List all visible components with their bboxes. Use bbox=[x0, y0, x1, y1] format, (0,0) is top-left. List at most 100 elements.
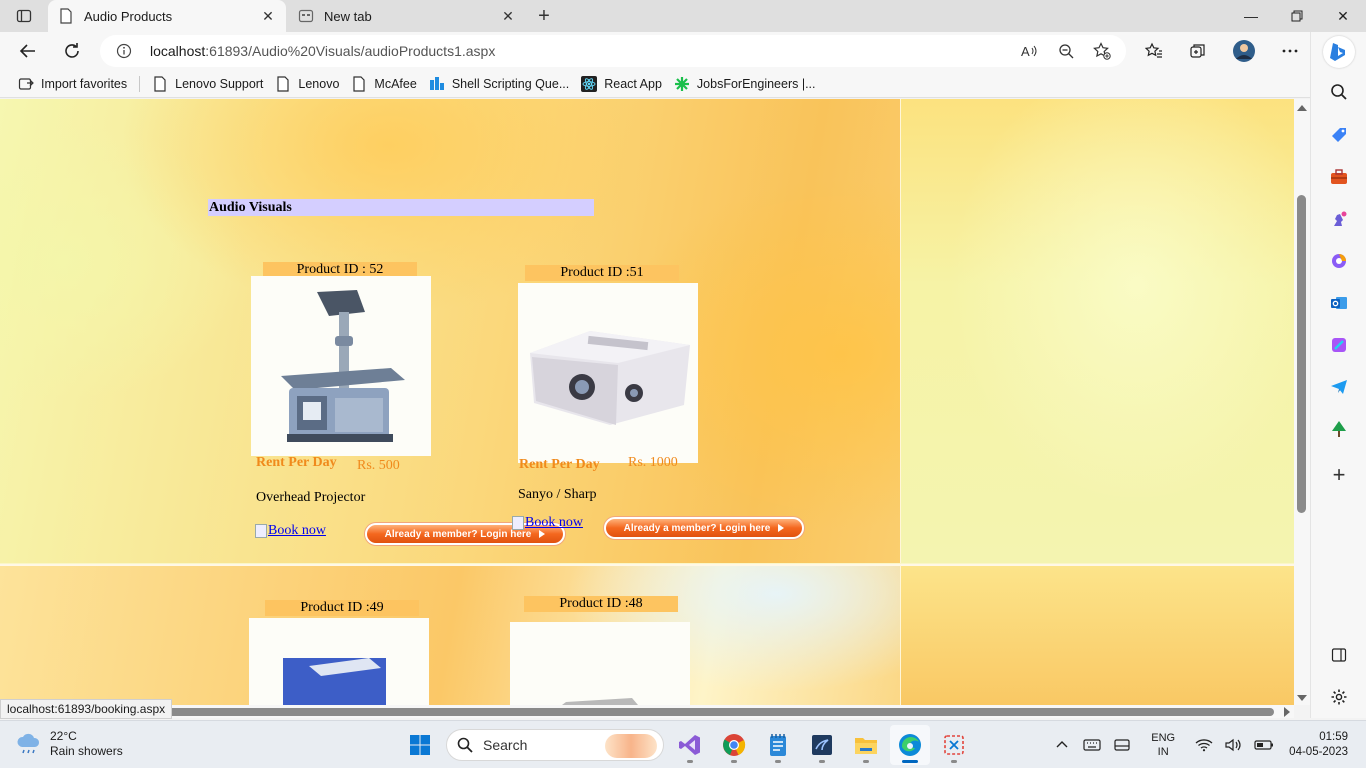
member-login-label: Already a member? Login here bbox=[623, 522, 771, 534]
horizontal-scrollbar[interactable] bbox=[0, 705, 1294, 718]
favorite-label: McAfee bbox=[374, 76, 417, 91]
page-viewport: Audio Visuals Product ID : 52 Rent Per D… bbox=[0, 99, 1294, 705]
scroll-down-arrow-icon[interactable] bbox=[1297, 695, 1307, 701]
product-id-label: Product ID :49 bbox=[265, 600, 419, 616]
outlook-icon[interactable] bbox=[1327, 291, 1351, 315]
favorite-label: Lenovo bbox=[298, 76, 340, 91]
play-arrow-icon bbox=[539, 530, 546, 538]
minimize-icon[interactable]: — bbox=[1228, 0, 1274, 32]
sidebar-panel-icon[interactable] bbox=[1327, 643, 1351, 667]
search-icon[interactable] bbox=[1327, 80, 1351, 104]
edge-sidebar: + bbox=[1310, 32, 1366, 718]
tab-strip: Audio Products ✕ New tab ✕ + — ✕ bbox=[0, 0, 1366, 32]
svg-text:A: A bbox=[1021, 44, 1030, 59]
games-chess-icon[interactable] bbox=[1327, 207, 1351, 231]
scrollbar-thumb[interactable] bbox=[4, 708, 1274, 716]
notepad-icon[interactable] bbox=[758, 725, 798, 765]
restore-icon[interactable] bbox=[1274, 0, 1320, 32]
close-tab-icon[interactable]: ✕ bbox=[500, 8, 516, 24]
profile-avatar[interactable] bbox=[1230, 37, 1258, 65]
tools-toolbox-icon[interactable] bbox=[1327, 165, 1351, 189]
jobs-icon bbox=[674, 76, 690, 92]
add-sidebar-item-icon[interactable]: + bbox=[1327, 462, 1351, 487]
page-icon bbox=[351, 75, 367, 92]
book-now-link[interactable]: Book now bbox=[512, 515, 583, 531]
volume-icon[interactable] bbox=[1219, 725, 1249, 765]
sql-server-icon[interactable] bbox=[802, 725, 842, 765]
taskbar-apps: Search bbox=[400, 725, 978, 765]
rain-cloud-icon bbox=[16, 731, 42, 757]
favorite-label: Import favorites bbox=[41, 76, 128, 91]
keyboard-icon[interactable] bbox=[1077, 725, 1107, 765]
telegram-send-icon[interactable] bbox=[1327, 375, 1351, 399]
collections-icon[interactable] bbox=[1184, 37, 1212, 65]
favorite-import[interactable]: Import favorites bbox=[12, 72, 133, 96]
refresh-icon[interactable] bbox=[58, 37, 86, 65]
vertical-scrollbar[interactable] bbox=[1294, 99, 1310, 705]
scroll-up-arrow-icon[interactable] bbox=[1297, 105, 1307, 111]
new-tab-plus-icon[interactable]: + bbox=[532, 4, 556, 28]
book-now-link[interactable]: Book now bbox=[255, 523, 326, 539]
favorite-lenovo-support[interactable]: Lenovo Support bbox=[146, 72, 269, 96]
taskbar-search-box[interactable]: Search bbox=[446, 729, 664, 761]
product-name: Overhead Projector bbox=[256, 490, 366, 505]
input-language[interactable]: ENG IN bbox=[1143, 731, 1183, 759]
favorites-icon[interactable] bbox=[1140, 37, 1168, 65]
zoom-out-icon[interactable] bbox=[1052, 37, 1080, 65]
product-id-label: Product ID :48 bbox=[524, 596, 678, 612]
file-explorer-icon[interactable] bbox=[846, 725, 886, 765]
rent-price: Rs. 500 bbox=[357, 458, 400, 473]
favorite-jobs-for-engineers[interactable]: JobsForEngineers |... bbox=[668, 72, 822, 96]
member-login-label: Already a member? Login here bbox=[384, 528, 532, 540]
favorite-mcafee[interactable]: McAfee bbox=[345, 72, 422, 96]
rent-price: Rs. 1000 bbox=[628, 455, 678, 470]
tab-actions-button[interactable] bbox=[8, 4, 40, 28]
wifi-icon[interactable] bbox=[1189, 725, 1219, 765]
favorite-shell-scripting[interactable]: Shell Scripting Que... bbox=[423, 72, 575, 96]
designer-icon[interactable] bbox=[1327, 333, 1351, 357]
add-favorite-star-icon[interactable] bbox=[1088, 37, 1116, 65]
read-aloud-icon[interactable]: A bbox=[1016, 37, 1044, 65]
sidebar-settings-gear-icon[interactable] bbox=[1327, 685, 1351, 709]
favorite-lenovo[interactable]: Lenovo bbox=[269, 72, 345, 96]
rent-per-day-label: Rent Per Day bbox=[256, 455, 337, 470]
show-hidden-icons-chevron-up-icon[interactable] bbox=[1047, 725, 1077, 765]
import-icon bbox=[18, 76, 34, 92]
close-window-icon[interactable]: ✕ bbox=[1320, 0, 1366, 32]
tab-new-tab[interactable]: New tab ✕ bbox=[288, 0, 526, 32]
favorite-label: React App bbox=[604, 76, 662, 91]
chrome-icon[interactable] bbox=[714, 725, 754, 765]
windows-start-icon[interactable] bbox=[400, 725, 440, 765]
tab-audio-products[interactable]: Audio Products ✕ bbox=[48, 0, 286, 32]
book-now-label: Book now bbox=[268, 523, 326, 538]
microsoft-365-icon[interactable] bbox=[1327, 249, 1351, 273]
battery-icon[interactable] bbox=[1249, 725, 1279, 765]
close-tab-icon[interactable]: ✕ bbox=[260, 8, 276, 24]
tablet-mode-icon[interactable] bbox=[1107, 725, 1137, 765]
favorite-label: Shell Scripting Que... bbox=[451, 76, 570, 91]
product-row-right-cell bbox=[900, 99, 1294, 563]
weather-widget[interactable]: 22°C Rain showers bbox=[16, 729, 123, 759]
settings-more-icon[interactable] bbox=[1276, 37, 1304, 65]
tree-icon[interactable] bbox=[1327, 417, 1351, 441]
snipping-tool-icon[interactable] bbox=[934, 725, 974, 765]
visual-studio-icon[interactable] bbox=[670, 725, 710, 765]
tab-title: New tab bbox=[324, 8, 372, 24]
window-controls: — ✕ bbox=[1228, 0, 1366, 32]
site-info-icon[interactable] bbox=[114, 41, 134, 61]
shopping-tag-icon[interactable] bbox=[1327, 123, 1351, 147]
windows-taskbar: 22°C Rain showers Search ENG IN 01:59 04… bbox=[0, 720, 1366, 768]
overhead-projector-image bbox=[251, 276, 431, 456]
scroll-right-arrow-icon[interactable] bbox=[1284, 707, 1290, 717]
bing-copilot-icon[interactable] bbox=[1323, 36, 1355, 68]
address-bar[interactable]: localhost:61893/Audio%20Visuals/audioPro… bbox=[100, 35, 1126, 67]
scrollbar-thumb[interactable] bbox=[1297, 195, 1306, 513]
tab-title: Audio Products bbox=[84, 8, 173, 24]
status-bar-url: localhost:61893/booking.aspx bbox=[0, 699, 173, 719]
edge-browser-icon[interactable] bbox=[890, 725, 930, 765]
search-placeholder: Search bbox=[483, 737, 528, 753]
favorite-react-app[interactable]: React App bbox=[575, 72, 668, 96]
back-arrow-icon[interactable] bbox=[14, 37, 42, 65]
member-login-button[interactable]: Already a member? Login here bbox=[604, 517, 804, 539]
taskbar-clock[interactable]: 01:59 04-05-2023 bbox=[1289, 730, 1348, 760]
